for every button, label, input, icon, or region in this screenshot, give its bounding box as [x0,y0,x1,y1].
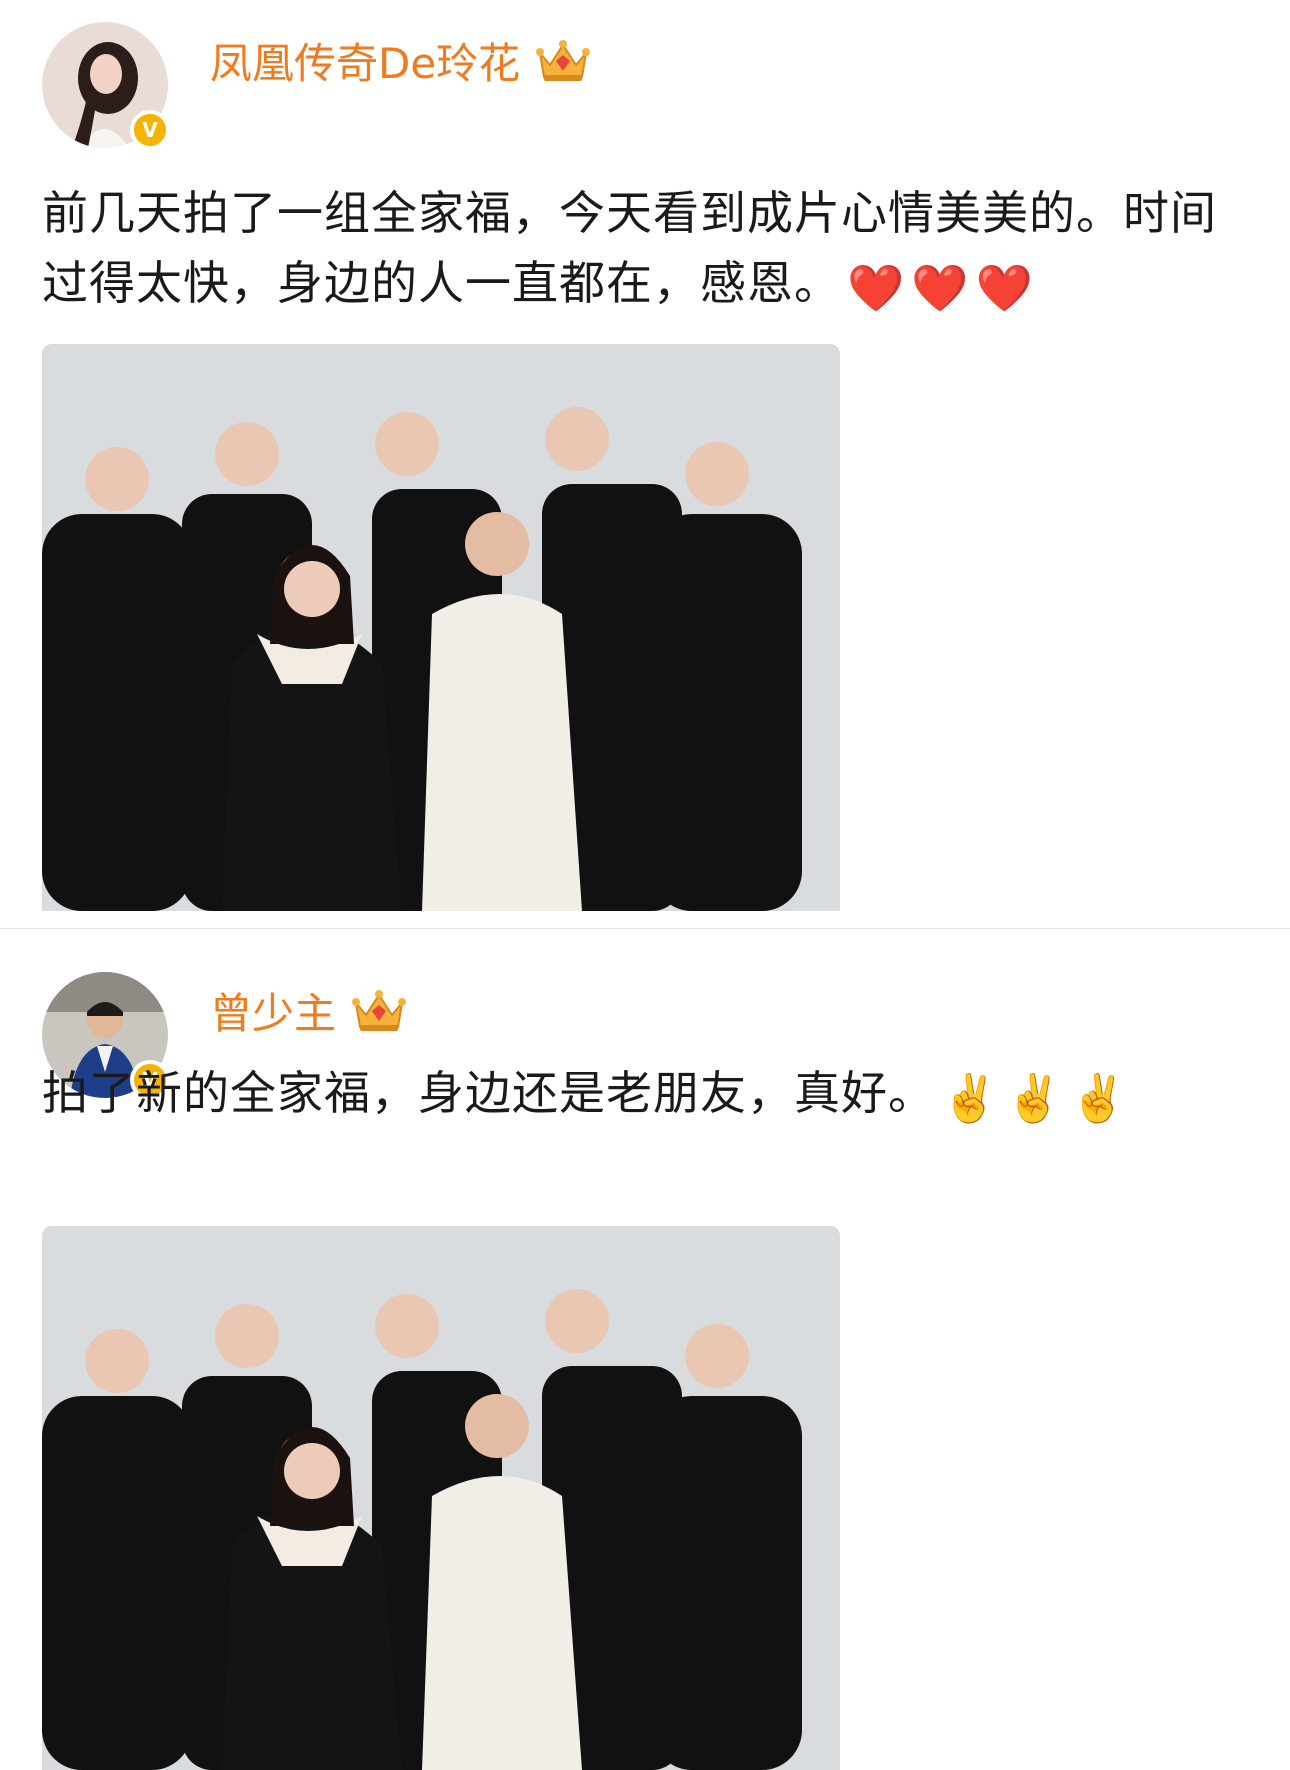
post-body: 拍了新的全家福，身边还是老朋友，真好。 [42,1066,935,1120]
victory-hand-icon: ✌️ [1069,1071,1128,1126]
user-avatar[interactable]: V [42,22,170,150]
group-photo[interactable] [42,344,840,911]
username-container: 凤凰传奇De玲花 [210,30,592,91]
heart-icon: ❤️ [975,261,1034,316]
heart-icon: ❤️ [911,261,970,316]
heart-icon: ❤️ [847,261,906,316]
heart-emoji-row: ❤️ ❤️ ❤️ [847,250,1040,324]
crown-icon [350,987,408,1035]
post-body: 前几天拍了一组全家福，今天看到成片心情美美的。时间过得太快，身边的人一直都在，感… [42,186,1217,310]
post-text: 前几天拍了一组全家福，今天看到成片心情美美的。时间过得太快，身边的人一直都在，感… [42,178,1252,323]
post-text: 拍了新的全家福，身边还是老朋友，真好。 ✌️ ✌️ ✌️ [42,1058,1252,1133]
group-photo[interactable] [42,1226,840,1770]
username[interactable]: 曾少主 [210,980,336,1041]
username[interactable]: 凤凰传奇De玲花 [210,30,520,91]
group-photo-illustration [42,1226,840,1770]
victory-hand-icon: ✌️ [1005,1071,1064,1126]
weibo-post-2: V 曾少主 拍了新的全家福，身边还是老朋友，真好。 ✌️ ✌️ ✌️ [0,929,1290,1770]
victory-hand-icon: ✌️ [941,1071,1000,1126]
group-photo-illustration [42,344,840,911]
victory-emoji-row: ✌️ ✌️ ✌️ [941,1060,1134,1134]
username-container: 曾少主 [210,980,408,1041]
weibo-post-1: V 凤凰传奇De玲花 前几天拍了一组全家福，今天看到成片心情美美的。时间过得太快… [0,0,1290,928]
verified-badge-icon: V [130,110,170,150]
crown-icon [534,37,592,85]
